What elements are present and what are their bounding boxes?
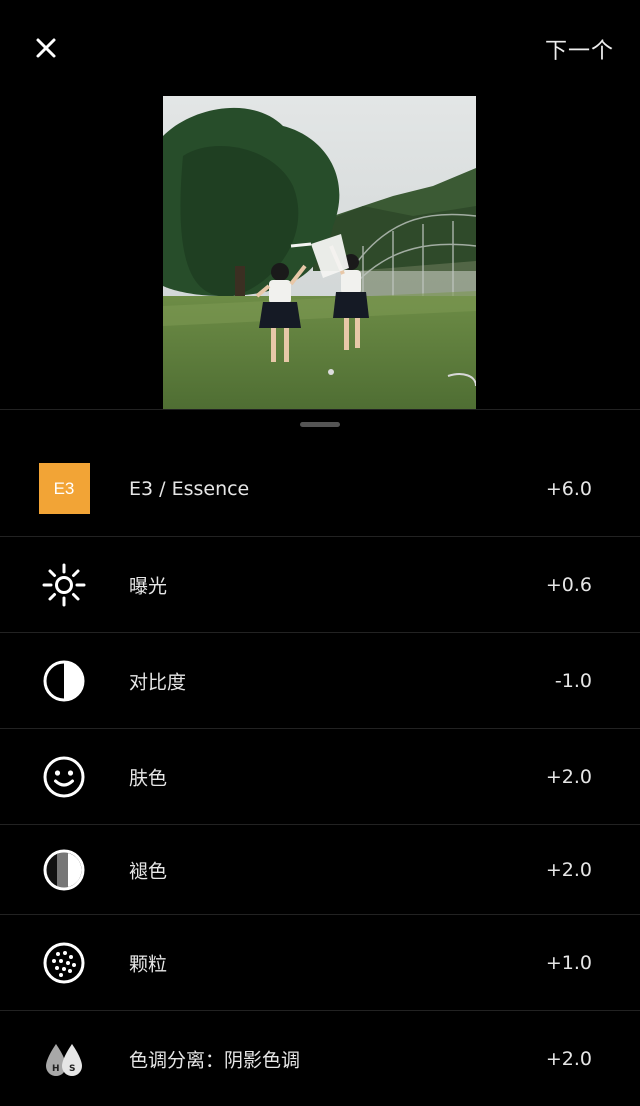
close-button[interactable] [28, 30, 64, 66]
tool-row-fade[interactable]: 褪色 +2.0 [0, 825, 640, 915]
close-icon [36, 38, 56, 58]
tool-label: 肤色 [129, 767, 168, 789]
svg-text:S: S [69, 1064, 75, 1074]
preset-badge: E3 [38, 463, 90, 514]
tool-row-grain[interactable]: 颗粒 +1.0 [0, 915, 640, 1011]
tool-list: E3 E3 / Essence +6.0 曝光 +0.6 对比度 -1.0 肤色… [0, 441, 640, 1106]
svg-text:H: H [52, 1064, 60, 1074]
tool-label: E3 / Essence [129, 477, 250, 500]
drag-handle[interactable] [300, 422, 340, 427]
tool-label: 颗粒 [129, 953, 168, 975]
tool-value: +1.0 [545, 951, 592, 974]
tool-row-skin-tone[interactable]: 肤色 +2.0 [0, 729, 640, 825]
fade-icon [38, 844, 90, 896]
tool-value: -1.0 [554, 669, 592, 692]
tool-value: +2.0 [545, 765, 592, 788]
tool-label: 曝光 [129, 575, 168, 597]
skin-tone-face-icon [38, 751, 90, 803]
split-tone-icon: H S [38, 1033, 90, 1085]
tool-row-split-tone[interactable]: H S 色调分离：阴影色调 +2.0 [0, 1011, 640, 1106]
photo-preview [163, 96, 476, 409]
e3-preset-icon: E3 [38, 463, 90, 515]
tool-label: 色调分离：阴影色调 [129, 1049, 301, 1071]
tool-value: +6.0 [545, 477, 592, 500]
exposure-sun-icon [38, 559, 90, 611]
tool-label: 对比度 [129, 671, 187, 693]
divider [0, 409, 640, 410]
next-button[interactable]: 下一个 [545, 33, 614, 65]
tool-row-contrast[interactable]: 对比度 -1.0 [0, 633, 640, 729]
tool-label: 褪色 [129, 860, 168, 882]
tool-value: +2.0 [545, 858, 592, 881]
top-bar: 下一个 [0, 0, 640, 96]
tool-row-e3-essence[interactable]: E3 E3 / Essence +6.0 [0, 441, 640, 537]
contrast-icon [38, 655, 90, 707]
tool-value: +2.0 [545, 1047, 592, 1070]
tool-row-exposure[interactable]: 曝光 +0.6 [0, 537, 640, 633]
grain-icon [38, 937, 90, 989]
tool-value: +0.6 [545, 573, 592, 596]
